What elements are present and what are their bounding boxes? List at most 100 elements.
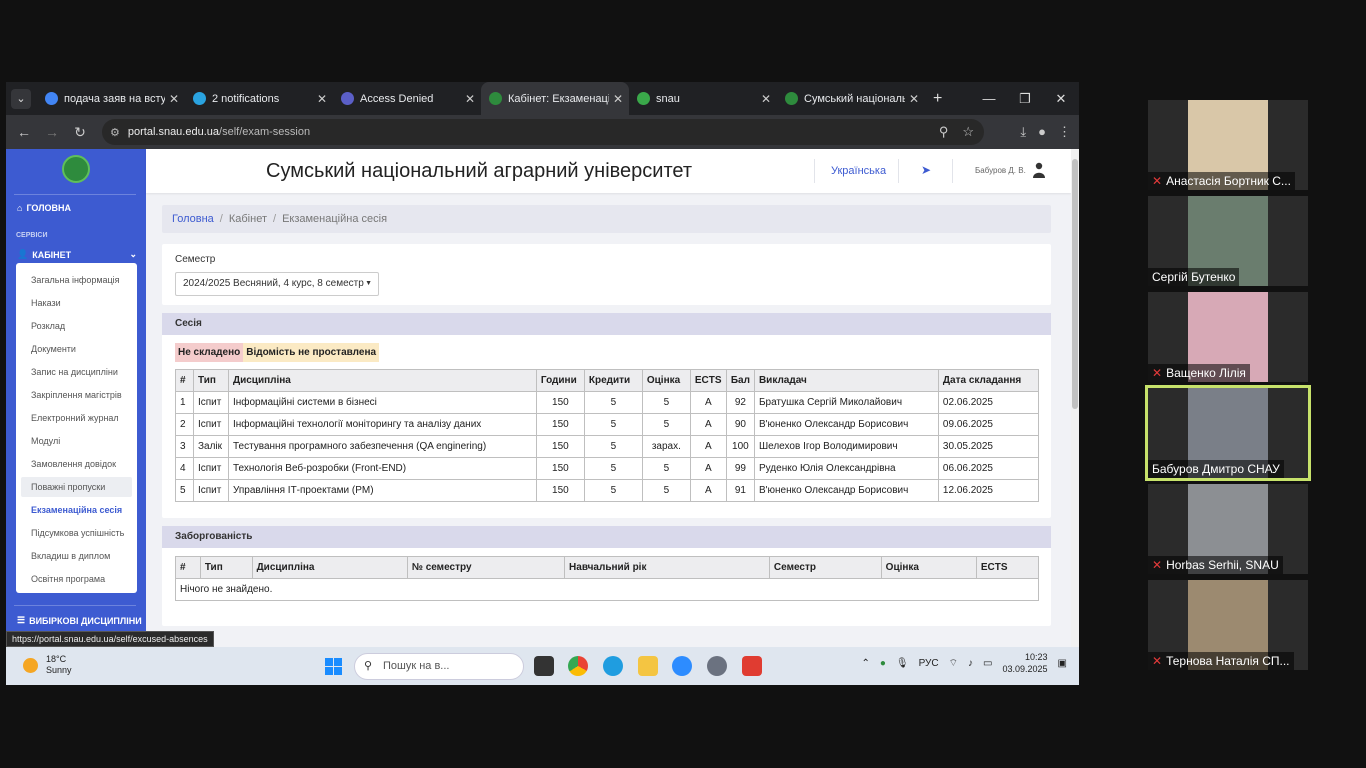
participant-tile[interactable]: Сергій Бутенко (1148, 196, 1308, 286)
minimize-icon[interactable]: — (971, 82, 1007, 115)
windows-start-icon[interactable] (325, 658, 342, 675)
chevron-up-icon[interactable]: ⌃ (861, 658, 869, 669)
sidebar-item[interactable]: Освітня програма (21, 569, 132, 589)
wifi-icon[interactable]: ⌔ (949, 657, 958, 670)
sidebar-item[interactable]: Запис на дисципліни (21, 362, 132, 382)
sidebar-item[interactable]: Загальна інформація (21, 270, 132, 290)
sidebar-item[interactable]: Розклад (21, 316, 132, 336)
sidebar-item[interactable]: Закріплення магістрів (21, 385, 132, 405)
table-row[interactable]: 3 Залік Тестування програмного забезпеченн… (175, 435, 1040, 458)
close-tab-icon[interactable]: ✕ (317, 92, 327, 106)
sidebar-item[interactable]: Замовлення довідок (21, 454, 132, 474)
zoom-icon[interactable]: ⚲ (939, 124, 949, 140)
settings-gear-icon[interactable] (707, 656, 727, 676)
new-tab-button[interactable]: + (933, 90, 942, 108)
table-row[interactable]: 4 Іспит Технологія Веб-розробки (Front-END… (175, 457, 1040, 480)
close-tab-icon[interactable]: ✕ (613, 92, 623, 106)
semester-select[interactable]: 2024/2025 Весняний, 4 курс, 8 семестр ▼ (175, 272, 379, 296)
telegram-icon[interactable]: ➤ (921, 163, 931, 177)
forward-icon[interactable]: → (38, 124, 66, 140)
column-header[interactable]: Дата складання (937, 369, 1040, 392)
column-header[interactable]: Тип (199, 556, 253, 579)
weather-widget[interactable]: 18°C Sunny (23, 654, 72, 676)
close-window-icon[interactable]: ✕ (1043, 82, 1079, 115)
battery-icon[interactable]: ▭ (983, 658, 992, 669)
volume-icon[interactable]: ♪ (968, 658, 973, 669)
column-header[interactable]: Викладач (753, 369, 939, 392)
close-tab-icon[interactable]: ✕ (761, 92, 771, 106)
column-header[interactable]: Тип (192, 369, 229, 392)
sidebar-cabinet-toggle[interactable]: 👤 КАБІНЕТ ⌄ (17, 249, 137, 260)
notifications-icon[interactable]: ▣ (1058, 658, 1067, 669)
browser-tab[interactable]: подача заяв на вступ ✕ (37, 82, 185, 115)
user-name[interactable]: Бабуров Д. В. (975, 166, 1026, 175)
table-row[interactable]: 5 Іспит Управління ІТ-проектами (PM) 150 5 5 A… (175, 479, 1040, 502)
breadcrumb-cabinet[interactable]: Кабінет (229, 213, 267, 225)
sidebar-item[interactable]: Підсумкова успішність (21, 523, 132, 543)
scrollbar-thumb[interactable] (1072, 159, 1078, 409)
restore-icon[interactable]: ❐ (1007, 82, 1043, 115)
chrome-icon[interactable] (568, 656, 588, 676)
sidebar-item[interactable]: Екзаменаційна сесія (21, 500, 132, 520)
participant-tile[interactable]: ✕ Horbas Serhii, SNAU (1148, 484, 1308, 574)
column-header[interactable]: # (175, 556, 201, 579)
file-explorer-icon[interactable] (638, 656, 658, 676)
browser-tab[interactable]: Access Denied ✕ (333, 82, 481, 115)
column-header[interactable]: Семестр (768, 556, 882, 579)
column-header[interactable]: № семестру (406, 556, 566, 579)
university-logo[interactable] (62, 155, 90, 183)
sidebar-item[interactable]: Модулі (21, 431, 132, 451)
participant-tile[interactable]: ✕ Анастасія Бортник С... (1148, 100, 1308, 190)
participant-tile[interactable]: ✕ Тернова Наталія СП... (1148, 580, 1308, 670)
participant-tile[interactable]: ✕ Ващенко Лілія (1148, 292, 1308, 382)
browser-tab[interactable]: 2 notifications ✕ (185, 82, 333, 115)
reload-icon[interactable]: ↻ (66, 124, 94, 141)
sidebar-item[interactable]: Документи (21, 339, 132, 359)
column-header[interactable]: Оцінка (641, 369, 691, 392)
language-switch[interactable]: Українська (831, 165, 886, 177)
back-icon[interactable]: ← (10, 124, 38, 140)
column-header[interactable]: Кредити (583, 369, 643, 392)
url-bar[interactable]: ⚙ portal.snau.edu.ua/self/exam-session ⚲… (102, 119, 984, 145)
taskbar-search[interactable]: ⚲ Пошук на в... (354, 653, 524, 680)
column-header[interactable]: ECTS (689, 369, 727, 392)
participant-tile[interactable]: Бабуров Дмитро СНАУ (1145, 385, 1311, 481)
wps-office-icon[interactable] (742, 656, 762, 676)
task-view-icon[interactable] (534, 656, 554, 676)
column-header[interactable]: Навчальний рік (564, 556, 770, 579)
sidebar-home-link[interactable]: ⌂ ГОЛОВНА (17, 203, 71, 213)
bookmark-star-icon[interactable]: ☆ (962, 124, 974, 140)
table-row[interactable]: 2 Іспит Інформаційні технології моніторинг… (175, 413, 1040, 436)
breadcrumb-home[interactable]: Головна (172, 213, 214, 225)
profile-avatar[interactable]: ● (1038, 124, 1046, 140)
column-header[interactable]: Оцінка (880, 556, 977, 579)
close-tab-icon[interactable]: ✕ (465, 92, 475, 106)
sidebar-item[interactable]: Поважні пропуски (21, 477, 132, 497)
close-tab-icon[interactable]: ✕ (169, 92, 179, 106)
column-header[interactable]: # (175, 369, 194, 392)
sidebar-item[interactable]: Вкладиш в диплом (21, 546, 132, 566)
column-header[interactable]: Дисципліна (251, 556, 408, 579)
sidebar-item[interactable]: Накази (21, 293, 132, 313)
column-header[interactable]: Бал (725, 369, 755, 392)
clock[interactable]: 10:23 03.09.2025 (1003, 651, 1048, 675)
browser-tab[interactable]: Кабінет: Екзаменацій ✕ (481, 82, 629, 115)
tray-app-icon[interactable]: ● (880, 658, 886, 669)
zoom-app-icon[interactable] (672, 656, 692, 676)
close-tab-icon[interactable]: ✕ (909, 92, 919, 106)
download-icon[interactable]: ⤓ (1020, 124, 1026, 140)
user-avatar-icon[interactable] (1033, 162, 1045, 178)
edge-icon[interactable] (603, 656, 623, 676)
table-row[interactable]: 1 Іспит Інформаційні системи в бізнесі 150 5… (175, 391, 1040, 414)
page-scrollbar[interactable] (1071, 149, 1079, 647)
browser-tab[interactable]: snau ✕ (629, 82, 777, 115)
browser-tab[interactable]: Сумський національн ✕ (777, 82, 925, 115)
column-header[interactable]: Години (535, 369, 585, 392)
microphone-icon[interactable]: 🎙 (896, 658, 909, 669)
column-header[interactable]: ECTS (975, 556, 1040, 579)
column-header[interactable]: Дисципліна (227, 369, 537, 392)
tab-search-button[interactable]: ⌄ (11, 88, 31, 109)
sidebar-electives-link[interactable]: ☰ ВИБІРКОВІ ДИСЦИПЛІНИ (17, 615, 142, 626)
sidebar-item[interactable]: Електронний журнал (21, 408, 132, 428)
menu-dots-icon[interactable]: ⋮ (1058, 124, 1071, 140)
